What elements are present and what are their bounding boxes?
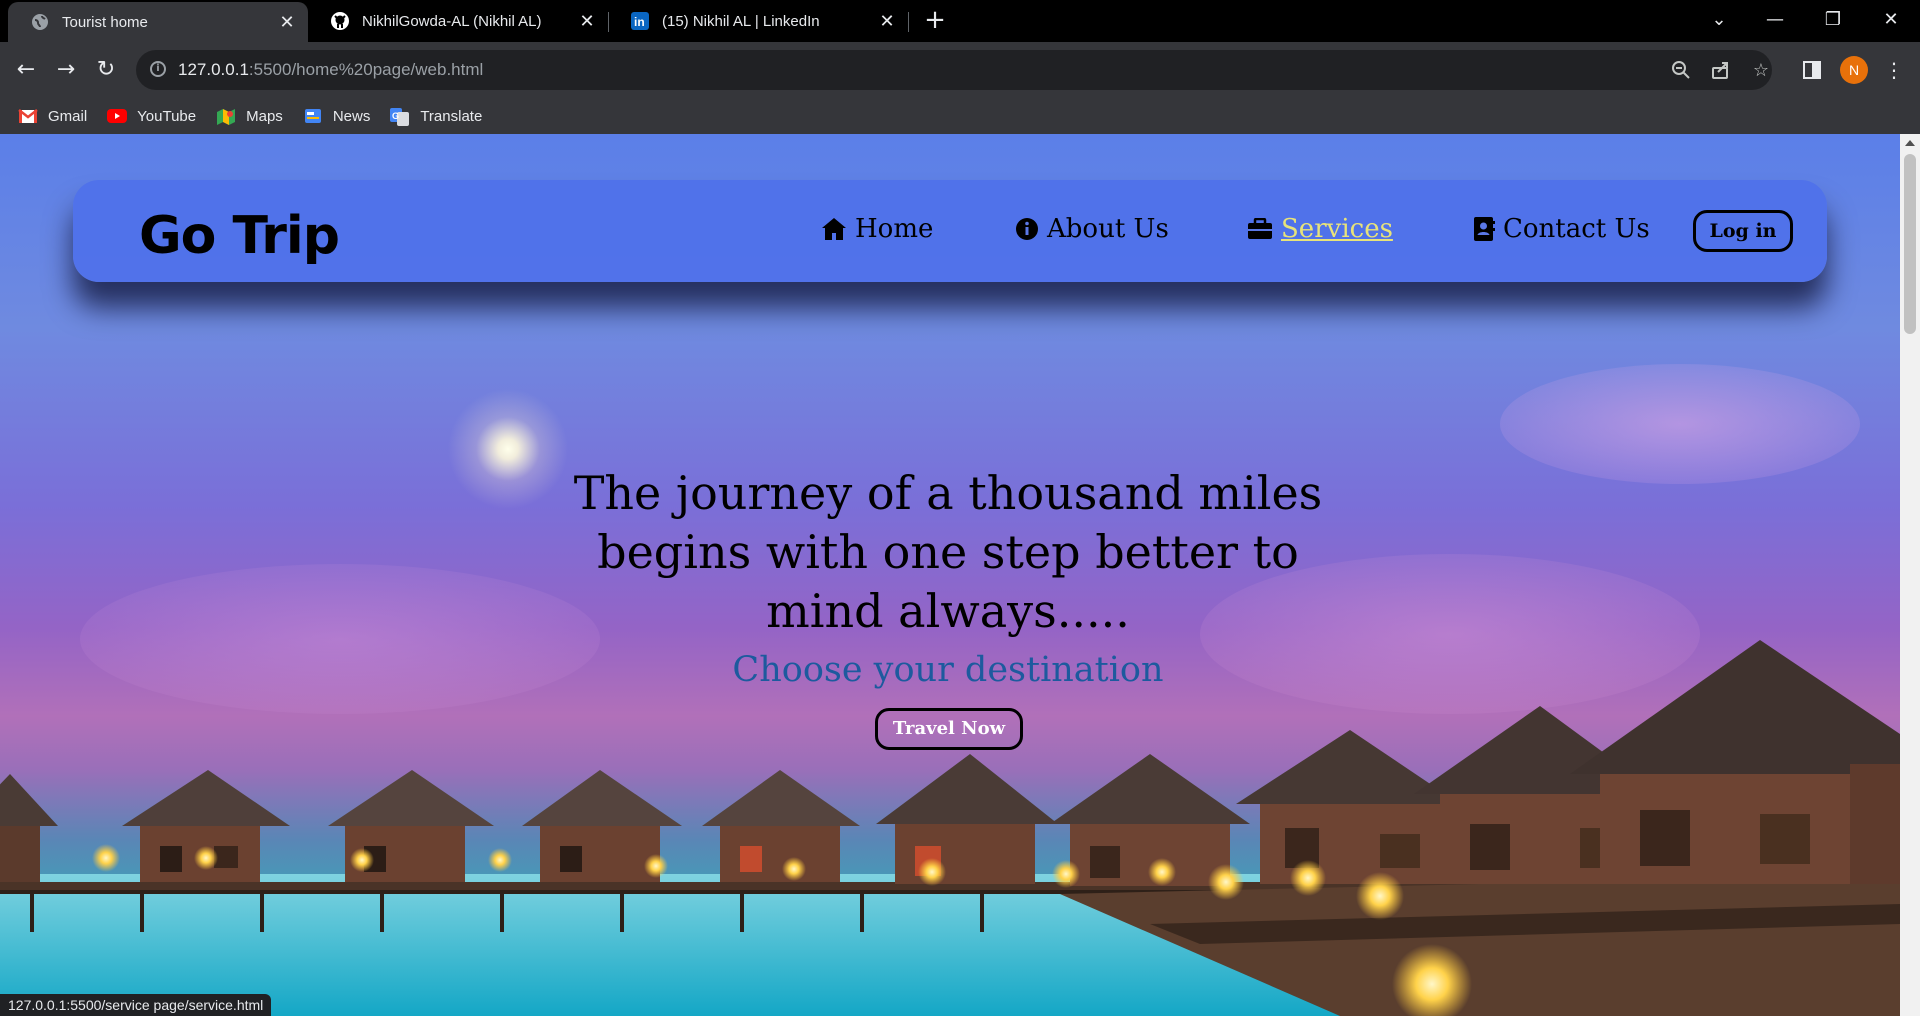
site-info-icon[interactable]: i	[150, 61, 166, 77]
close-tab-icon[interactable]: ✕	[878, 11, 896, 32]
gmail-icon	[18, 108, 38, 124]
bookmark-maps[interactable]: Maps	[216, 108, 283, 125]
hero-subheadline: Choose your destination	[732, 650, 1164, 690]
tab-strip: Tourist home ✕ NikhilGowda-AL (Nikhil AL…	[0, 0, 1920, 42]
address-bar[interactable]: i 127.0.0.1:5500/home%20page/web.html ☆	[136, 50, 1772, 90]
nav-label: Services	[1281, 214, 1393, 244]
new-tab-icon[interactable]: +	[920, 6, 950, 36]
globe-icon	[30, 12, 50, 32]
page-scrollbar[interactable]	[1900, 134, 1920, 1016]
minimize-icon[interactable]: —	[1752, 0, 1798, 42]
close-window-icon[interactable]: ✕	[1868, 0, 1914, 42]
bookmark-translate[interactable]: G Translate	[390, 107, 483, 126]
bookmark-news[interactable]: News	[303, 107, 371, 125]
url-text[interactable]: 127.0.0.1:5500/home%20page/web.html	[178, 60, 483, 80]
side-panel-icon[interactable]	[1796, 54, 1828, 86]
scroll-up-arrow-icon[interactable]	[1905, 140, 1915, 146]
bookmark-youtube[interactable]: YouTube	[107, 108, 196, 125]
tab-title: Tourist home	[62, 13, 148, 31]
back-icon[interactable]: ←	[10, 54, 42, 86]
github-icon	[330, 11, 350, 31]
forward-icon[interactable]: →	[50, 54, 82, 86]
site-navbar: Go Trip Home About Us Services Contact U…	[73, 180, 1827, 282]
tab-tourist-home[interactable]: Tourist home ✕	[8, 2, 308, 42]
close-tab-icon[interactable]: ✕	[578, 11, 596, 32]
bookmark-star-icon[interactable]: ☆	[1750, 60, 1772, 82]
scrollbar-thumb[interactable]	[1904, 154, 1916, 334]
nav-label: Home	[855, 214, 934, 244]
nav-label: About Us	[1047, 214, 1169, 244]
tab-title: NikhilGowda-AL (Nikhil AL)	[362, 12, 542, 30]
info-icon	[1016, 218, 1038, 240]
tab-search-chevron-icon[interactable]: ⌄	[1696, 0, 1742, 42]
tab-separator	[908, 12, 909, 32]
bookmark-label: Gmail	[48, 107, 88, 125]
tab-title: (15) Nikhil AL | LinkedIn	[662, 12, 820, 30]
reload-icon[interactable]: ↻	[90, 54, 122, 86]
bookmark-label: Maps	[246, 107, 283, 125]
nav-label: Contact Us	[1503, 214, 1650, 244]
link-status-bubble: 127.0.0.1:5500/service page/service.html	[0, 994, 272, 1016]
restore-icon[interactable]: ❐	[1810, 0, 1856, 42]
bookmark-gmail[interactable]: Gmail	[18, 108, 87, 125]
svg-text:in: in	[634, 15, 645, 29]
bookmarks-bar: Gmail YouTube Maps News G Translate	[0, 98, 1920, 134]
home-icon	[822, 218, 846, 240]
menu-kebab-icon[interactable]: ⋮	[1878, 54, 1910, 86]
bookmark-label: News	[332, 107, 371, 125]
close-tab-icon[interactable]: ✕	[278, 12, 296, 33]
briefcase-icon	[1248, 218, 1272, 239]
linkedin-icon: in	[630, 11, 650, 31]
site-logo[interactable]: Go Trip	[139, 210, 340, 262]
travel-now-button[interactable]: Travel Now	[875, 708, 1023, 750]
tab-github[interactable]: NikhilGowda-AL (Nikhil AL) ✕	[308, 0, 608, 42]
share-icon[interactable]	[1710, 60, 1732, 82]
nav-home[interactable]: Home	[821, 214, 933, 244]
browser-toolbar: ← → ↻ i 127.0.0.1:5500/home%20page/web.h…	[0, 42, 1920, 98]
news-icon	[303, 108, 323, 124]
nav-about-us[interactable]: About Us	[1015, 214, 1169, 244]
contact-book-icon	[1474, 217, 1495, 241]
profile-avatar[interactable]: N	[1840, 56, 1868, 84]
login-button[interactable]: Log in	[1693, 210, 1793, 252]
nav-contact-us[interactable]: Contact Us	[1473, 214, 1650, 244]
translate-icon: G	[390, 108, 410, 126]
maps-icon	[216, 108, 236, 125]
zoom-icon[interactable]	[1670, 60, 1692, 82]
youtube-icon	[107, 108, 128, 124]
tab-linkedin[interactable]: in (15) Nikhil AL | LinkedIn ✕	[608, 0, 908, 42]
svg-text:G: G	[392, 111, 399, 121]
hero-headline: The journey of a thousand miles begins w…	[573, 466, 1323, 638]
bookmark-label: YouTube	[137, 107, 197, 125]
page-viewport: Go Trip Home About Us Services Contact U…	[0, 134, 1900, 1016]
bookmark-label: Translate	[420, 107, 483, 125]
nav-services[interactable]: Services	[1247, 214, 1393, 244]
